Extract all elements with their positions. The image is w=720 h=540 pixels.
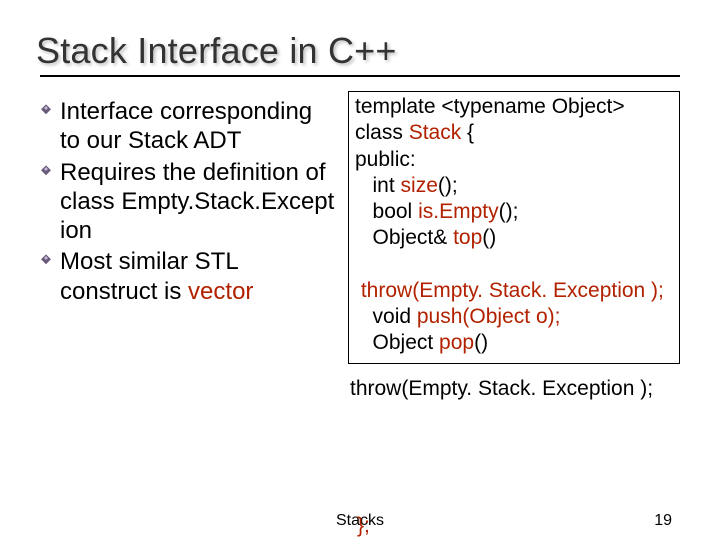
bullet-list: Interface corresponding to our Stack ADT…	[40, 91, 338, 402]
code-throw-outside: throw(Empty. Stack. Exception );	[348, 376, 680, 402]
code-box: template <typename Object> class Stack {…	[348, 91, 680, 364]
bullet-item: Most similar STL construct is vector	[40, 247, 338, 306]
slide-title: Stack Interface in C++	[36, 30, 680, 72]
diamond-bullet-icon	[40, 104, 54, 156]
code-text: {	[461, 121, 474, 144]
bullet-text-vector: vector	[188, 278, 253, 305]
code-text: ()	[474, 331, 488, 354]
code-block: template <typename Object> class Stack {…	[355, 94, 673, 357]
code-method: pop	[439, 331, 474, 354]
code-text: int	[355, 174, 401, 197]
title-underline	[40, 75, 680, 77]
slide: Stack Interface in C++ Interface corresp…	[0, 0, 720, 540]
code-line: template <typename Object>	[355, 95, 625, 118]
page-number: 19	[654, 512, 672, 530]
code-text: bool	[355, 200, 418, 223]
bullet-text: Interface corresponding to our Stack ADT	[60, 97, 338, 156]
content-columns: Interface corresponding to our Stack ADT…	[40, 91, 680, 402]
code-text: Object	[355, 331, 439, 354]
bullet-item: Requires the definition of class Empty.S…	[40, 158, 338, 246]
code-text: Object&	[355, 226, 453, 249]
code-throw: throw(Empty. Stack. Exception );	[355, 279, 664, 302]
code-closing-brace: };	[357, 514, 370, 538]
code-text: class	[355, 121, 409, 144]
code-text: ();	[499, 200, 519, 223]
diamond-bullet-icon	[40, 165, 54, 246]
diamond-bullet-icon	[40, 254, 54, 306]
bullet-text: Requires the definition of class Empty.S…	[60, 158, 338, 246]
code-text: ()	[482, 226, 496, 249]
code-text: void	[355, 305, 417, 328]
code-method: top	[453, 226, 482, 249]
code-column: template <typename Object> class Stack {…	[348, 91, 680, 402]
code-text: (Object o);	[462, 305, 560, 328]
code-method: is.Empty	[418, 200, 499, 223]
bullet-item: Interface corresponding to our Stack ADT	[40, 97, 338, 156]
code-classname: Stack	[409, 121, 462, 144]
code-line: public:	[355, 148, 416, 171]
bullet-text: Most similar STL construct is vector	[60, 247, 338, 306]
code-method: size	[401, 174, 438, 197]
code-method: push	[417, 305, 463, 328]
code-text: ();	[438, 174, 458, 197]
